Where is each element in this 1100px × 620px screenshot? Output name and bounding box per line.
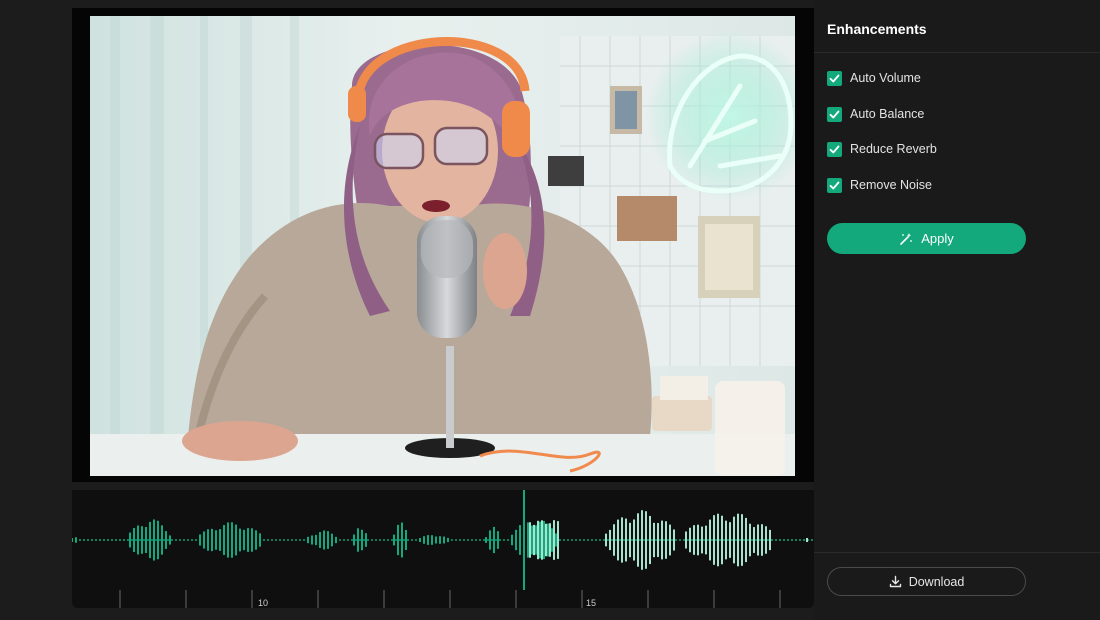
ruler-label-10: 10 bbox=[258, 598, 269, 608]
enhancements-panel: Enhancements Auto Volume Auto Balance Re… bbox=[814, 0, 1100, 620]
option-label: Auto Balance bbox=[850, 107, 925, 121]
checkmark-icon bbox=[829, 74, 840, 82]
option-auto-volume[interactable]: Auto Volume bbox=[827, 69, 921, 87]
option-label: Reduce Reverb bbox=[850, 142, 937, 156]
download-button-label: Download bbox=[908, 574, 965, 589]
checkmark-icon bbox=[829, 145, 840, 153]
download-icon bbox=[889, 575, 901, 588]
video-frame bbox=[90, 16, 795, 476]
panel-title: Enhancements bbox=[827, 21, 927, 37]
apply-button[interactable]: Apply bbox=[827, 223, 1026, 254]
checkmark-icon bbox=[829, 110, 840, 118]
video-preview[interactable] bbox=[90, 16, 795, 476]
auto-volume-checkbox[interactable] bbox=[827, 70, 842, 86]
video-stage bbox=[72, 8, 814, 482]
option-label: Auto Volume bbox=[850, 71, 921, 85]
option-remove-noise[interactable]: Remove Noise bbox=[827, 176, 932, 194]
auto-balance-checkbox[interactable] bbox=[827, 106, 842, 122]
download-button[interactable]: Download bbox=[827, 567, 1026, 596]
reduce-reverb-checkbox[interactable] bbox=[827, 141, 842, 157]
option-auto-balance[interactable]: Auto Balance bbox=[827, 105, 924, 123]
panel-divider-bottom bbox=[814, 552, 1100, 553]
ruler-label-15: 15 bbox=[586, 598, 597, 608]
remove-noise-checkbox[interactable] bbox=[827, 177, 842, 193]
magic-wand-icon bbox=[900, 232, 913, 245]
apply-button-label: Apply bbox=[921, 231, 954, 246]
option-reduce-reverb[interactable]: Reduce Reverb bbox=[827, 140, 937, 158]
panel-divider-top bbox=[814, 52, 1100, 53]
waveform[interactable] bbox=[72, 490, 814, 608]
checkmark-icon bbox=[829, 181, 840, 189]
audio-timeline[interactable]: 10 15 bbox=[72, 490, 814, 608]
option-label: Remove Noise bbox=[850, 178, 932, 192]
